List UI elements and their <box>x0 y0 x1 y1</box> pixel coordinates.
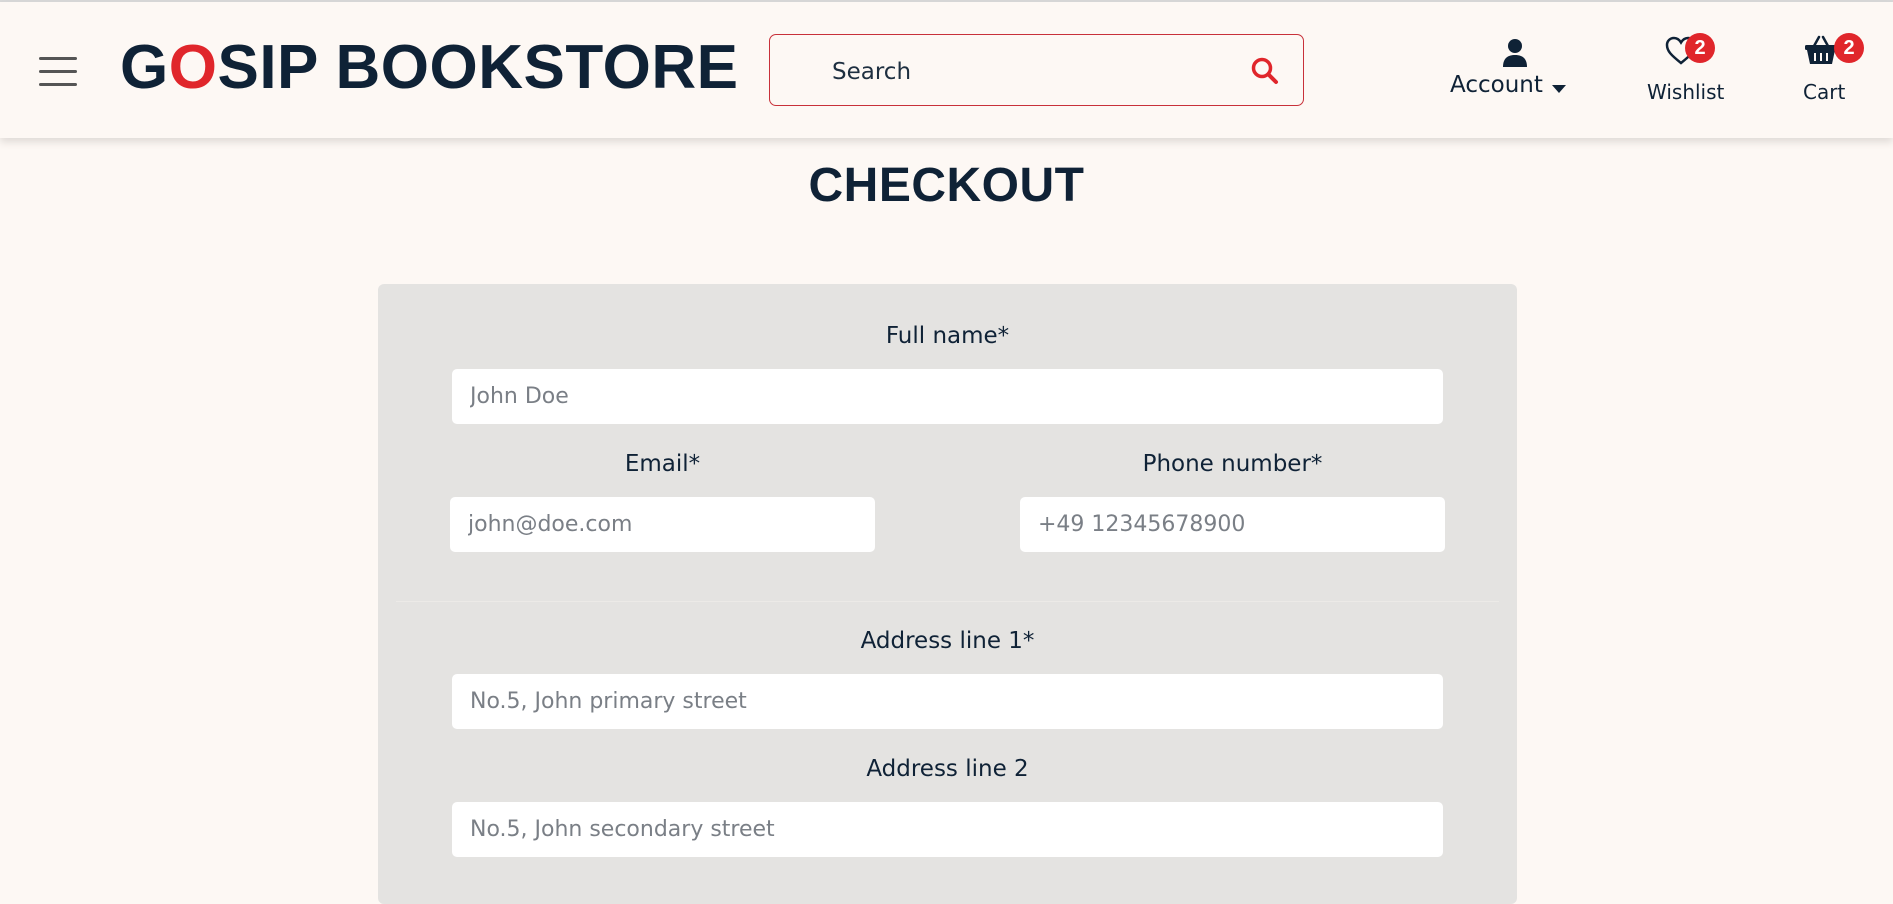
wishlist-label: Wishlist <box>1647 80 1725 104</box>
form-divider <box>396 601 1499 602</box>
site-logo[interactable]: GOSIP BOOKSTORE <box>120 32 738 104</box>
email-label: Email* <box>624 451 701 477</box>
checkout-form: Full name* Email* Phone number* Address … <box>378 284 1517 904</box>
menu-icon[interactable] <box>39 57 77 87</box>
page-title: CHECKOUT <box>808 159 1085 212</box>
address-line-2-field[interactable] <box>452 802 1443 857</box>
wishlist-link[interactable]: 2 Wishlist <box>1635 30 1735 110</box>
wishlist-count-badge: 2 <box>1685 33 1715 63</box>
basket-icon <box>1804 34 1838 66</box>
phone-field[interactable] <box>1020 497 1445 552</box>
search-box <box>769 34 1304 106</box>
user-icon <box>1501 38 1529 68</box>
full-name-field[interactable] <box>452 369 1443 424</box>
search-input[interactable] <box>830 53 1214 91</box>
address-line-1-label: Address line 1* <box>860 628 1035 654</box>
account-menu[interactable]: Account <box>1440 32 1590 112</box>
logo-highlight: O <box>168 33 218 102</box>
caret-down-icon <box>1550 80 1568 93</box>
phone-label: Phone number* <box>1142 451 1323 477</box>
account-label: Account <box>1450 72 1543 98</box>
site-header: GOSIP BOOKSTORE Account 2 Wi <box>0 2 1893 138</box>
full-name-label: Full name* <box>885 323 1010 349</box>
email-field[interactable] <box>450 497 875 552</box>
logo-suffix: SIP BOOKSTORE <box>217 33 739 102</box>
cart-link[interactable]: 2 Cart <box>1790 30 1880 110</box>
cart-label: Cart <box>1803 80 1846 104</box>
cart-count-badge: 2 <box>1834 33 1864 63</box>
address-line-1-field[interactable] <box>452 674 1443 729</box>
search-icon[interactable] <box>1249 55 1281 87</box>
address-line-2-label: Address line 2 <box>866 756 1029 782</box>
logo-prefix: G <box>120 33 169 102</box>
